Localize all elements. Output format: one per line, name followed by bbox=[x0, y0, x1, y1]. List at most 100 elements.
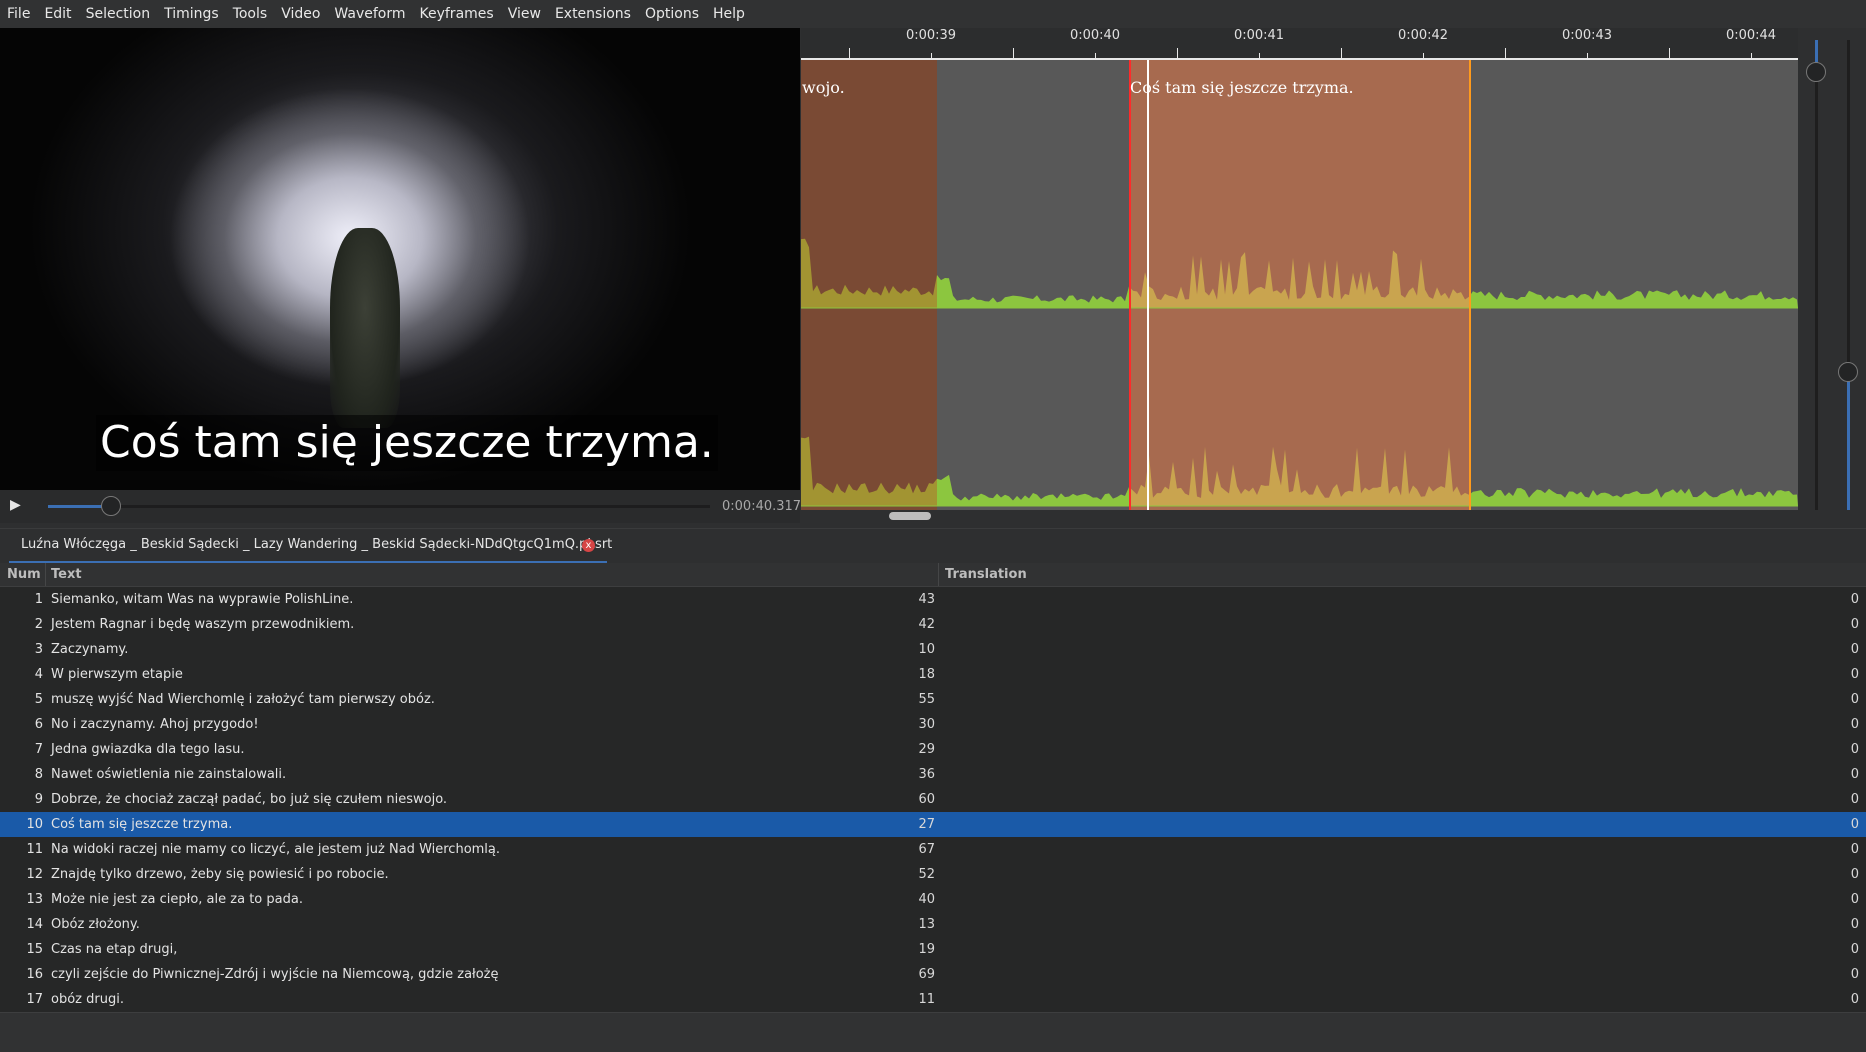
cell-count: 36 bbox=[918, 767, 935, 782]
time-tick-minor bbox=[849, 48, 850, 58]
table-row[interactable]: 16 czyli zejście do Piwnicznej-Zdrój i wy… bbox=[0, 962, 1866, 987]
cell-trans: 0 bbox=[1850, 842, 1859, 857]
table-row[interactable]: 14 Obóz złożony. 13 0 bbox=[0, 912, 1866, 937]
cell-trans: 0 bbox=[1850, 767, 1859, 782]
cell-text: Nawet oświetlenia nie zainstalowali. bbox=[51, 767, 287, 782]
cell-count: 29 bbox=[918, 742, 935, 757]
menu-options[interactable]: Options bbox=[638, 0, 706, 28]
table-row[interactable]: 5 muszę wyjść Nad Wierchomlę i założyć ta… bbox=[0, 687, 1866, 712]
waveform-segment bbox=[801, 238, 937, 308]
menu-keyframes[interactable]: Keyframes bbox=[413, 0, 501, 28]
table-row[interactable]: 4 W pierwszym etapie 18 0 bbox=[0, 662, 1866, 687]
cell-num: 15 bbox=[26, 942, 43, 957]
cell-count: 69 bbox=[918, 967, 935, 982]
cell-trans: 0 bbox=[1850, 667, 1859, 682]
cell-count: 11 bbox=[918, 992, 935, 1007]
cell-text: Znajdę tylko drzewo, żeby się powiesić i… bbox=[51, 867, 389, 882]
line-end-marker[interactable] bbox=[1469, 60, 1471, 510]
audio-zoom-slider[interactable] bbox=[1815, 40, 1818, 510]
cell-num: 9 bbox=[34, 792, 43, 807]
table-row[interactable]: 7 Jedna gwiazdka dla tego lasu. 29 0 bbox=[0, 737, 1866, 762]
file-tab[interactable]: Luźna Włóczęga _ Beskid Sądecki _ Lazy W… bbox=[9, 529, 612, 564]
cell-num: 6 bbox=[34, 717, 43, 732]
grid-header: Num Text Translation bbox=[0, 563, 1866, 587]
audio-volume-handle[interactable] bbox=[1838, 362, 1858, 382]
table-row[interactable]: 8 Nawet oświetlenia nie zainstalowali. 36 0 bbox=[0, 762, 1866, 787]
waveform-segment bbox=[1469, 488, 1798, 506]
table-row[interactable]: 3 Zaczynamy. 10 0 bbox=[0, 637, 1866, 662]
time-tick bbox=[1423, 53, 1424, 58]
time-tick-minor bbox=[1013, 48, 1014, 58]
table-row[interactable]: 6 No i zaczynamy. Ahoj przygodo! 30 0 bbox=[0, 712, 1866, 737]
table-row[interactable]: 2 Jestem Ragnar i będę waszym przewodniki… bbox=[0, 612, 1866, 637]
cell-trans: 0 bbox=[1850, 817, 1859, 832]
video-display[interactable]: Coś tam się jeszcze trzyma. bbox=[0, 28, 800, 490]
menu-view[interactable]: View bbox=[501, 0, 548, 28]
menu-video[interactable]: Video bbox=[274, 0, 327, 28]
menu-waveform[interactable]: Waveform bbox=[327, 0, 412, 28]
cell-count: 10 bbox=[918, 642, 935, 657]
current-line-text: Coś tam się jeszcze trzyma. bbox=[1130, 78, 1354, 97]
cell-text: Na widoki raczej nie mamy co liczyć, ale… bbox=[51, 842, 501, 857]
cell-count: 52 bbox=[918, 867, 935, 882]
table-row[interactable]: 11 Na widoki raczej nie mamy co liczyć, a… bbox=[0, 837, 1866, 862]
time-tick-minor bbox=[1669, 48, 1670, 58]
line-start-marker[interactable] bbox=[1129, 60, 1131, 510]
close-icon[interactable]: x bbox=[582, 539, 595, 552]
cell-trans: 0 bbox=[1850, 942, 1859, 957]
cell-trans: 0 bbox=[1850, 617, 1859, 632]
menu-extensions[interactable]: Extensions bbox=[548, 0, 638, 28]
table-row[interactable]: 13 Może nie jest za ciepło, ale za to pad… bbox=[0, 887, 1866, 912]
menu-edit[interactable]: Edit bbox=[37, 0, 78, 28]
cell-trans: 0 bbox=[1850, 792, 1859, 807]
audio-horizontal-scrollbar[interactable] bbox=[889, 512, 931, 520]
cell-num: 4 bbox=[34, 667, 43, 682]
play-icon[interactable]: ▶ bbox=[10, 497, 21, 513]
column-header-num[interactable]: Num bbox=[7, 567, 41, 582]
cell-count: 42 bbox=[918, 617, 935, 632]
cell-count: 67 bbox=[918, 842, 935, 857]
time-tick-minor bbox=[1341, 48, 1342, 58]
cell-count: 60 bbox=[918, 792, 935, 807]
audio-waveform[interactable]: 0:00:39 0:00:40 0:00:41 0:00:42 0:00:43 0:00:… bbox=[801, 28, 1798, 510]
cell-trans: 0 bbox=[1850, 692, 1859, 707]
audio-zoom-handle[interactable] bbox=[1806, 62, 1826, 82]
waveform-segment bbox=[937, 474, 1129, 506]
cell-num: 16 bbox=[26, 967, 43, 982]
menu-help[interactable]: Help bbox=[706, 0, 752, 28]
cell-num: 12 bbox=[26, 867, 43, 882]
cell-text: muszę wyjść Nad Wierchomlę i założyć tam… bbox=[51, 692, 435, 707]
time-tick-label: 0:00:41 bbox=[1233, 28, 1285, 43]
time-tick-label: 0:00:40 bbox=[1069, 28, 1121, 43]
cell-trans: 0 bbox=[1850, 917, 1859, 932]
waveform-graph bbox=[801, 238, 1798, 507]
cell-num: 8 bbox=[34, 767, 43, 782]
cell-trans: 0 bbox=[1850, 592, 1859, 607]
menu-file[interactable]: File bbox=[0, 0, 37, 28]
column-header-text[interactable]: Text bbox=[51, 567, 82, 582]
cell-count: 27 bbox=[918, 817, 935, 832]
waveform-segment bbox=[1469, 290, 1798, 308]
table-row[interactable]: 17 obóz drugi. 11 0 bbox=[0, 987, 1866, 1012]
cell-count: 19 bbox=[918, 942, 935, 957]
menu-bar: File Edit Selection Timings Tools Video Wavefo… bbox=[0, 0, 1866, 28]
cell-text: Coś tam się jeszcze trzyma. bbox=[51, 817, 233, 832]
table-row[interactable]: 9 Dobrze, że chociaż zaczął padać, bo już… bbox=[0, 787, 1866, 812]
menu-selection[interactable]: Selection bbox=[79, 0, 158, 28]
cell-num: 3 bbox=[34, 642, 43, 657]
time-tick-minor bbox=[1505, 48, 1506, 58]
table-row[interactable]: 15 Czas na etap drugi, 19 0 bbox=[0, 937, 1866, 962]
video-seek-track[interactable] bbox=[48, 505, 710, 508]
table-row[interactable]: 12 Znajdę tylko drzewo, żeby się powiesić… bbox=[0, 862, 1866, 887]
cell-text: Dobrze, że chociaż zaczął padać, bo już … bbox=[51, 792, 448, 807]
video-seek-handle[interactable] bbox=[101, 496, 121, 516]
cell-num: 11 bbox=[26, 842, 43, 857]
cell-text: Siemanko, witam Was na wyprawie PolishLi… bbox=[51, 592, 354, 607]
menu-tools[interactable]: Tools bbox=[226, 0, 275, 28]
column-header-translation[interactable]: Translation bbox=[945, 567, 1027, 582]
menu-timings[interactable]: Timings bbox=[157, 0, 226, 28]
table-row[interactable]: 10 Coś tam się jeszcze trzyma. 27 0 bbox=[0, 812, 1866, 837]
cell-text: Czas na etap drugi, bbox=[51, 942, 178, 957]
audio-volume-fill bbox=[1847, 370, 1850, 510]
table-row[interactable]: 1 Siemanko, witam Was na wyprawie PolishL… bbox=[0, 587, 1866, 612]
